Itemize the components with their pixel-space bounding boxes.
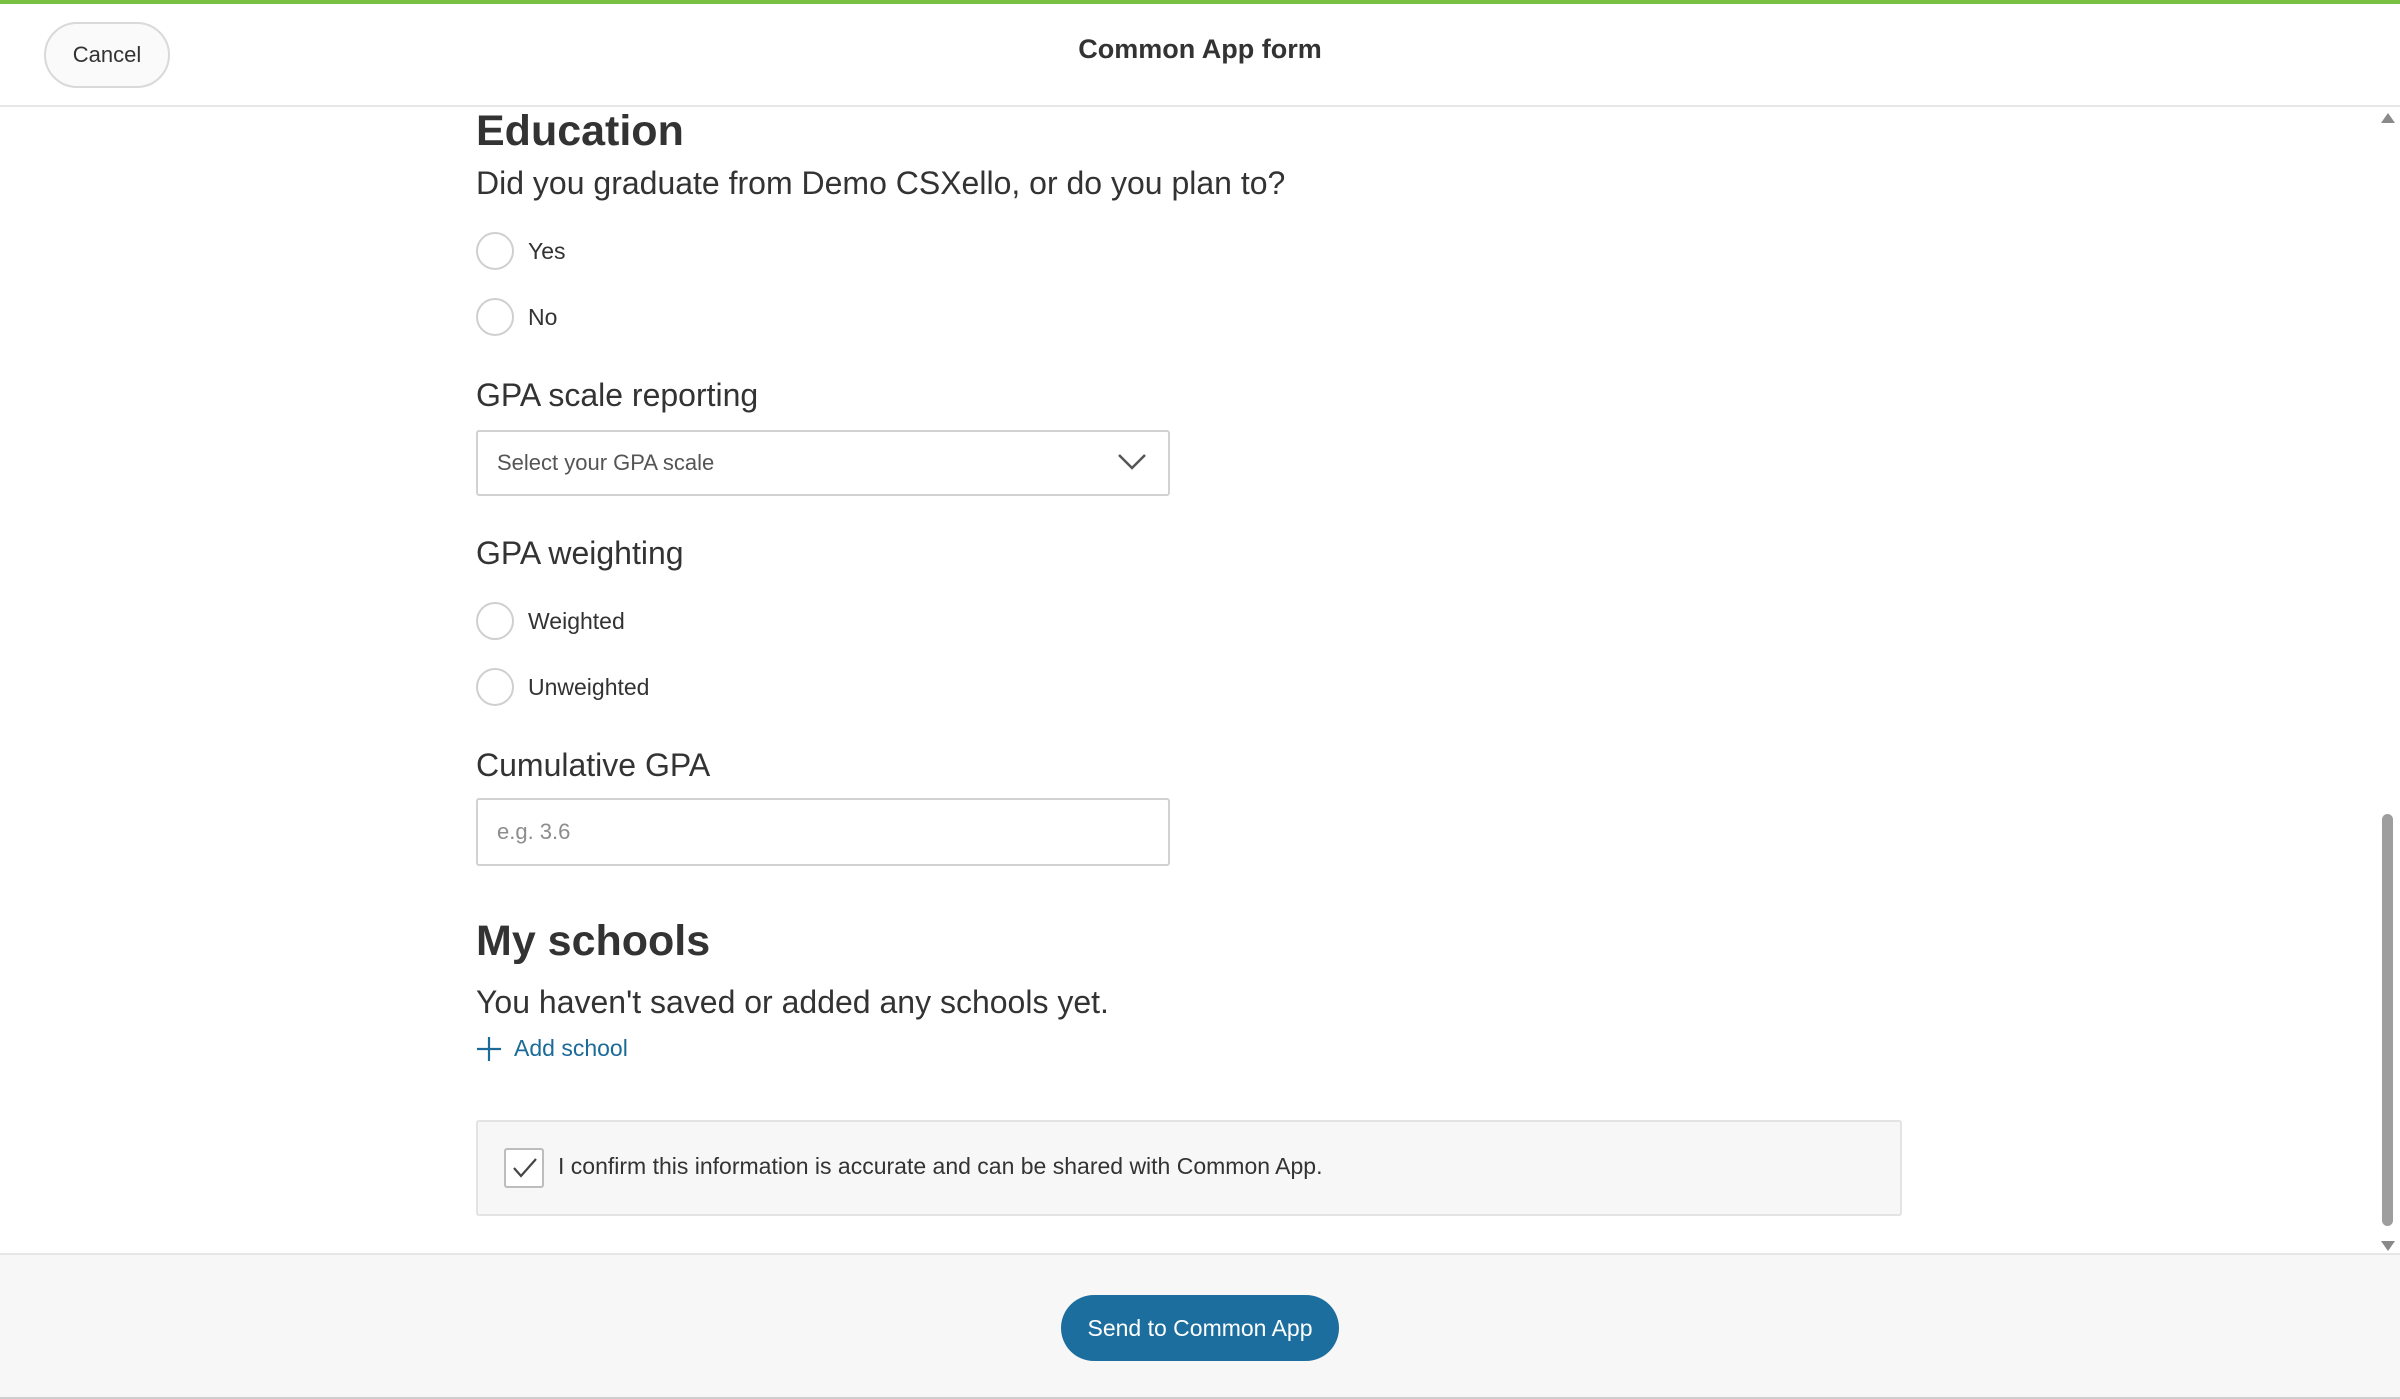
radio-label: Unweighted xyxy=(528,673,650,700)
confirm-label: I confirm this information is accurate a… xyxy=(558,1153,1323,1179)
gpa-weighting-label: GPA weighting xyxy=(476,535,684,571)
confirm-checkbox[interactable] xyxy=(504,1148,544,1188)
graduate-question: Did you graduate from Demo CSXello, or d… xyxy=(476,165,1286,201)
radio-label: Yes xyxy=(528,237,566,264)
checkmark-icon xyxy=(513,1158,537,1178)
add-school-link[interactable]: Add school xyxy=(476,1035,628,1062)
radio-label: Weighted xyxy=(528,607,625,634)
gpa-scale-select[interactable]: Select your GPA scale xyxy=(476,430,1170,496)
confirmation-box: I confirm this information is accurate a… xyxy=(476,1120,1902,1216)
gpa-scale-placeholder: Select your GPA scale xyxy=(497,450,715,475)
scrollbar[interactable] xyxy=(2376,107,2400,1253)
education-heading: Education xyxy=(476,107,684,155)
send-to-common-app-button[interactable]: Send to Common App xyxy=(1061,1295,1339,1361)
radio-button[interactable] xyxy=(476,298,514,336)
radio-yes[interactable]: Yes xyxy=(476,231,566,271)
plus-icon xyxy=(477,1036,501,1061)
gpa-scale-label: GPA scale reporting xyxy=(476,377,759,413)
radio-label: No xyxy=(528,303,558,330)
scrollbar-thumb[interactable] xyxy=(2382,814,2393,1226)
radio-unweighted[interactable]: Unweighted xyxy=(476,667,649,707)
page-title: Common App form xyxy=(1078,34,1322,64)
add-school-label: Add school xyxy=(514,1035,628,1061)
form-content: Education Did you graduate from Demo CSX… xyxy=(0,107,2376,1253)
scroll-down-arrow-icon[interactable] xyxy=(2381,1241,2395,1251)
radio-button[interactable] xyxy=(476,232,514,270)
radio-button[interactable] xyxy=(476,668,514,706)
cumulative-gpa-input[interactable] xyxy=(476,798,1170,866)
radio-no[interactable]: No xyxy=(476,297,557,337)
header: Cancel Common App form xyxy=(0,4,2400,107)
footer: Send to Common App xyxy=(0,1253,2400,1399)
chevron-down-icon xyxy=(1118,454,1146,470)
scroll-up-arrow-icon[interactable] xyxy=(2381,113,2395,123)
radio-button[interactable] xyxy=(476,602,514,640)
my-schools-heading: My schools xyxy=(476,917,711,965)
radio-weighted[interactable]: Weighted xyxy=(476,601,625,641)
no-schools-message: You haven't saved or added any schools y… xyxy=(476,984,1109,1020)
cumulative-gpa-label: Cumulative GPA xyxy=(476,747,711,783)
